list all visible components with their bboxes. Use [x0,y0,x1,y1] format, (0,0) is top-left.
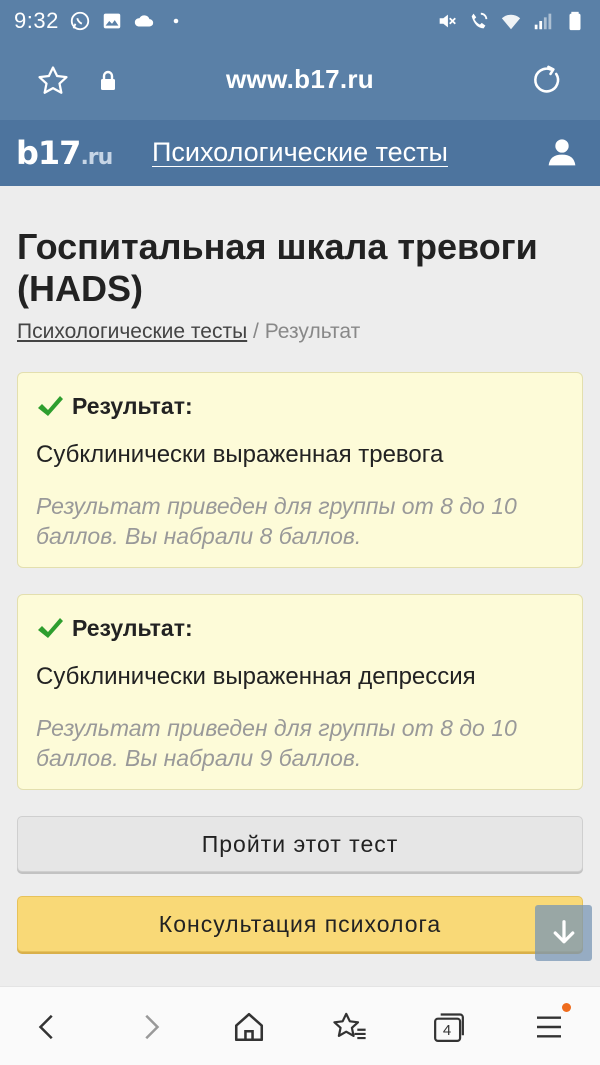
main-content: Госпитальная шкала тревоги (HADS) Психол… [0,186,600,986]
breadcrumb-current: Результат [264,320,361,343]
menu-button[interactable] [531,1003,571,1045]
result-note: Результат приведен для группы от 8 до 10… [36,715,517,771]
result-note: Результат приведен для группы от 8 до 10… [36,493,517,549]
home-icon [234,1012,264,1042]
forward-button[interactable] [132,1009,168,1045]
breadcrumb-link[interactable]: Психологические тесты [17,320,247,343]
breadcrumb-separator: / [247,320,265,343]
home-button[interactable] [231,1009,267,1045]
image-icon [103,13,121,29]
reload-icon[interactable] [530,64,564,98]
user-icon[interactable] [546,136,578,168]
take-test-button[interactable]: Пройти этот тест [17,816,583,872]
scroll-down-button[interactable] [535,905,592,961]
status-time: 9:32 [14,8,59,33]
status-left: 9:32 [14,8,187,34]
url-text[interactable]: www.b17.ru [0,64,600,95]
bookmarks-button[interactable] [331,1009,367,1045]
page-title: Госпитальная шкала тревоги (HADS) [17,226,538,309]
chevron-right-icon [145,1014,160,1040]
logo-suffix: .ru [80,145,113,170]
checkmark-icon [38,617,63,638]
result-heading: Результат: [36,615,193,642]
checkmark-icon [38,395,63,416]
chevron-left-icon [38,1014,53,1040]
arrow-down-icon [553,920,574,944]
site-header: b17.ru Психологические тесты [0,120,600,186]
cloud-icon [134,15,153,27]
whatsapp-icon [70,11,89,31]
result-text: Субклинически выраженная депрессия [36,663,476,690]
nav-link-psych-tests[interactable]: Психологические тесты [152,137,448,168]
consult-psychologist-button[interactable]: Консультация психолога [17,896,583,952]
result-heading-text: Результат: [72,393,193,419]
back-button[interactable] [30,1009,66,1045]
result-card-anxiety: Результат: Субклинически выраженная трев… [17,372,583,568]
bookmarks-star-icon [333,1012,366,1040]
hamburger-menu-icon [537,1016,561,1038]
result-heading: Результат: [36,393,193,420]
wifi-call-icon [471,12,488,29]
signal-icon [534,13,552,30]
result-text: Субклинически выраженная тревога [36,441,444,468]
site-logo[interactable]: b17.ru [16,134,113,172]
status-right [436,10,586,32]
logo-main: b17 [16,134,81,172]
wifi-icon [501,14,521,30]
result-card-depression: Результат: Субклинически выраженная депр… [17,594,583,790]
mute-icon [439,14,456,28]
breadcrumb: Психологические тесты / Результат [17,320,360,344]
browser-address-bar: www.b17.ru [0,42,600,120]
browser-bottom-bar: 4 [0,986,600,1065]
tabs-count: 4 [442,1021,452,1039]
status-bar: 9:32 [0,0,600,42]
dot-icon [173,18,179,24]
result-heading-text: Результат: [72,615,193,641]
battery-icon [569,11,581,31]
notification-dot [562,1003,571,1012]
tabs-button[interactable]: 4 [431,1009,467,1045]
